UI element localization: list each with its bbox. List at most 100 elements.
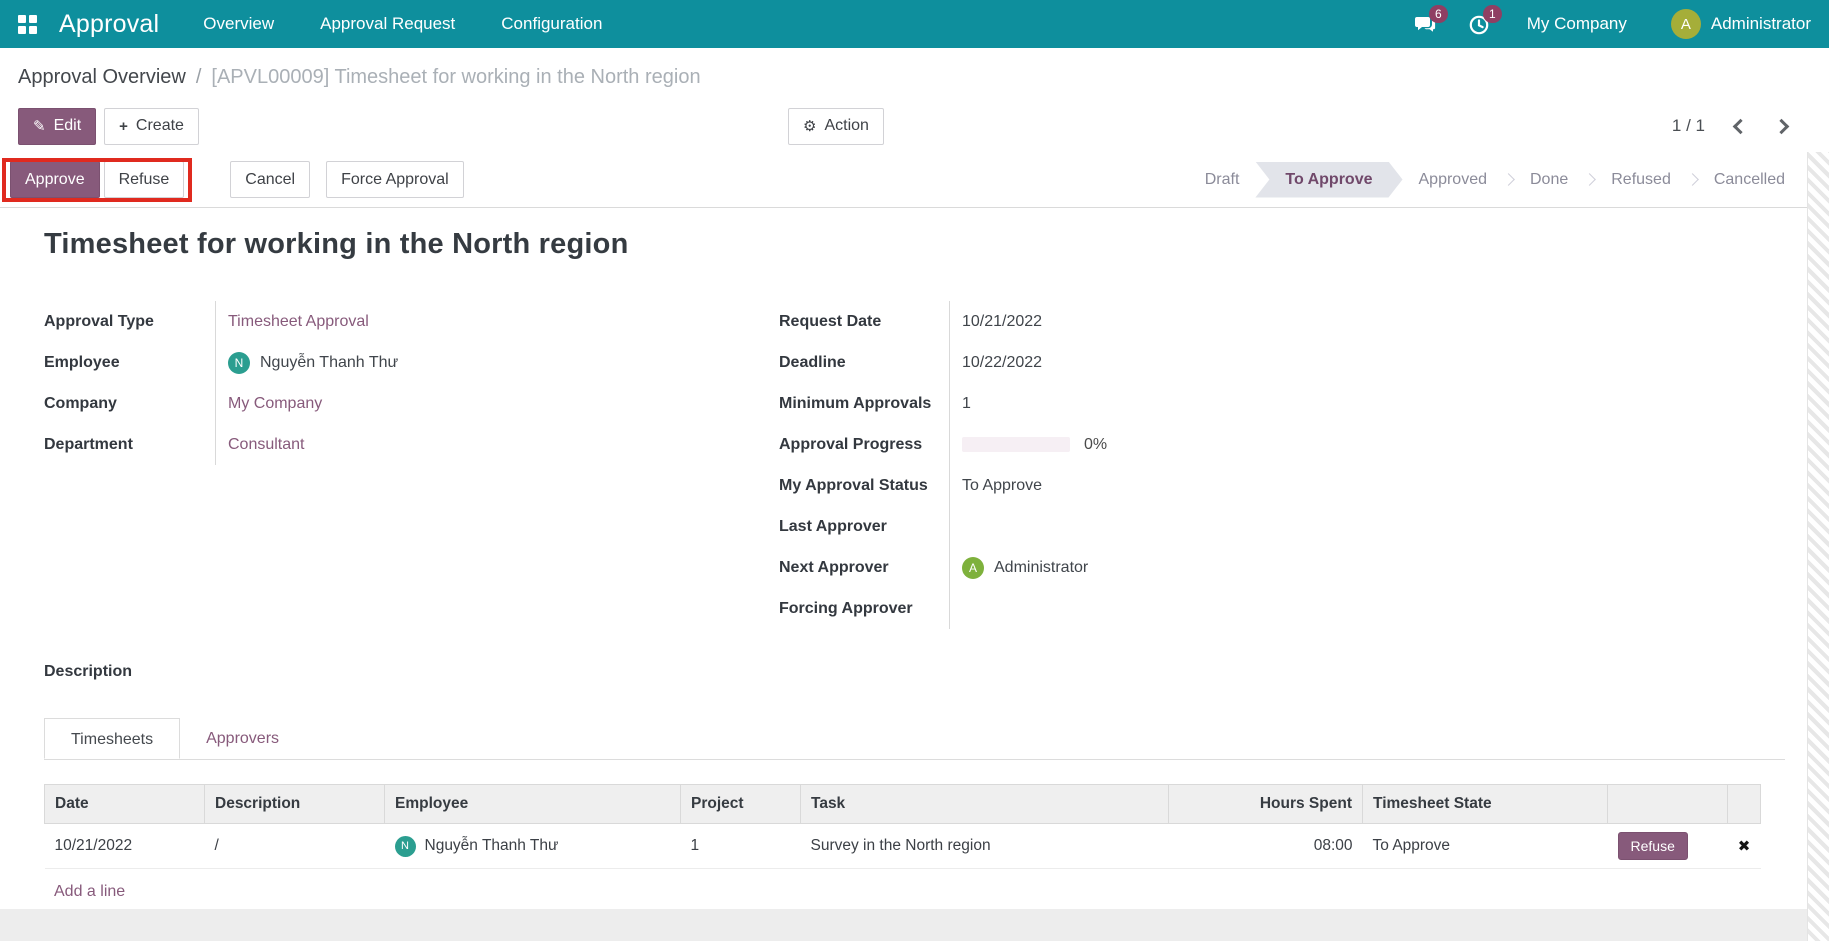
status-step-cancelled[interactable]: Cancelled [1698, 162, 1801, 198]
company-switcher[interactable]: My Company [1527, 14, 1627, 34]
status-step-approved[interactable]: Approved [1403, 162, 1504, 198]
column-date[interactable]: Date [45, 785, 205, 824]
menu-approval-request[interactable]: Approval Request [320, 0, 455, 48]
breadcrumb: Approval Overview / [APVL00009] Timeshee… [0, 48, 1829, 100]
field-groups: Approval Type Timesheet Approval Employe… [44, 301, 1785, 629]
cell-delete: ✖ [1728, 824, 1761, 869]
cancel-button[interactable]: Cancel [230, 161, 310, 198]
menu-overview[interactable]: Overview [203, 0, 274, 48]
systray: 6 1 My Company A Administrator [1413, 9, 1811, 39]
cell-description[interactable]: / [205, 824, 385, 869]
record-title: Timesheet for working in the North regio… [44, 228, 1785, 261]
status-step-refused[interactable]: Refused [1595, 162, 1687, 198]
refuse-button[interactable]: Refuse [104, 161, 185, 198]
column-project[interactable]: Project [681, 785, 801, 824]
description-label: Description [44, 663, 1785, 681]
action-button[interactable]: ⚙ Action [788, 108, 884, 145]
approval-type-link[interactable]: Timesheet Approval [215, 301, 779, 342]
pager-value[interactable]: 1 / 1 [1672, 116, 1705, 136]
field-minimum-approvals: Minimum Approvals 1 [779, 383, 1479, 424]
activities-icon[interactable]: 1 [1467, 12, 1491, 36]
vertical-scrollbar[interactable] [1807, 152, 1829, 941]
row-employee-avatar: N [395, 836, 416, 857]
next-approver-avatar: A [962, 557, 984, 579]
add-a-line-link[interactable]: Add a line [54, 883, 125, 900]
field-approval-progress: Approval Progress 0% [779, 424, 1479, 465]
approve-button[interactable]: Approve [10, 161, 100, 198]
field-forcing-approver: Forcing Approver [779, 588, 1479, 629]
field-employee: Employee N Nguyễn Thanh Thư [44, 342, 779, 383]
app-window: Approval Overview Approval Request Confi… [0, 0, 1829, 941]
left-field-group: Approval Type Timesheet Approval Employe… [44, 301, 779, 629]
cell-hours-spent[interactable]: 08:00 [1169, 824, 1363, 869]
column-action [1608, 785, 1728, 824]
create-button[interactable]: + Create [104, 108, 199, 145]
column-employee[interactable]: Employee [385, 785, 681, 824]
employee-name: Nguyễn Thanh Thư [260, 354, 398, 372]
edit-button[interactable]: ✎ Edit [18, 108, 96, 145]
pager-previous-icon[interactable] [1733, 118, 1749, 134]
top-navbar: Approval Overview Approval Request Confi… [0, 0, 1829, 48]
main-content: Approval Overview / [APVL00009] Timeshee… [0, 48, 1829, 941]
activities-badge: 1 [1483, 5, 1502, 23]
status-step-draft[interactable]: Draft [1189, 162, 1256, 198]
cell-employee[interactable]: N Nguyễn Thanh Thư [385, 824, 681, 869]
statusbar: Draft To Approve Approved Done Refused C… [1189, 162, 1801, 198]
field-department: Department Consultant [44, 424, 779, 465]
table-header-row: Date Description Employee Project Task H… [45, 785, 1761, 824]
employee-avatar: N [228, 352, 250, 374]
form-status-row: Approve Refuse Cancel Force Approval Dra… [0, 152, 1829, 208]
progress-percent: 0% [1084, 436, 1107, 454]
cell-action: Refuse [1608, 824, 1728, 869]
company-link[interactable]: My Company [215, 383, 779, 424]
delete-row-icon[interactable]: ✖ [1738, 838, 1751, 855]
next-approver-name: Administrator [994, 559, 1088, 577]
notebook: Timesheets Approvers Date Description Em… [44, 718, 1785, 916]
column-timesheet-state[interactable]: Timesheet State [1363, 785, 1608, 824]
field-company: Company My Company [44, 383, 779, 424]
breadcrumb-current: [APVL00009] Timesheet for working in the… [211, 66, 700, 89]
tab-timesheets[interactable]: Timesheets [44, 718, 180, 759]
cell-task[interactable]: Survey in the North region [801, 824, 1169, 869]
control-panel: ✎ Edit + Create ⚙ Action 1 / 1 [0, 100, 1829, 152]
user-avatar: A [1671, 9, 1701, 39]
field-deadline: Deadline 10/22/2022 [779, 342, 1479, 383]
page-background-bottom [0, 909, 1829, 941]
pencil-icon: ✎ [33, 117, 46, 135]
field-request-date: Request Date 10/21/2022 [779, 301, 1479, 342]
field-approval-type: Approval Type Timesheet Approval [44, 301, 779, 342]
right-field-group: Request Date 10/21/2022 Deadline 10/22/2… [779, 301, 1479, 629]
form-sheet: Timesheet for working in the North regio… [0, 228, 1829, 916]
department-link[interactable]: Consultant [215, 424, 779, 465]
column-delete [1728, 785, 1761, 824]
field-my-approval-status: My Approval Status To Approve [779, 465, 1479, 506]
user-menu[interactable]: A Administrator [1671, 9, 1811, 39]
status-step-done[interactable]: Done [1514, 162, 1584, 198]
pager-next-icon[interactable] [1774, 118, 1790, 134]
progress-bar [962, 437, 1070, 452]
force-approval-button[interactable]: Force Approval [326, 161, 464, 198]
column-hours-spent[interactable]: Hours Spent [1169, 785, 1363, 824]
cell-timesheet-state[interactable]: To Approve [1363, 824, 1608, 869]
status-step-to-approve[interactable]: To Approve [1255, 162, 1402, 198]
menu-configuration[interactable]: Configuration [501, 0, 602, 48]
breadcrumb-parent-link[interactable]: Approval Overview [18, 66, 186, 89]
cell-date[interactable]: 10/21/2022 [45, 824, 205, 869]
column-task[interactable]: Task [801, 785, 1169, 824]
field-last-approver: Last Approver [779, 506, 1479, 547]
status-separator-icon [1583, 173, 1596, 186]
table-row[interactable]: 10/21/2022 / N Nguyễn Thanh Thư 1 Survey… [45, 824, 1761, 869]
column-description[interactable]: Description [205, 785, 385, 824]
breadcrumb-separator: / [196, 66, 202, 89]
apps-grid-icon[interactable] [18, 15, 37, 34]
tab-approvers[interactable]: Approvers [180, 718, 305, 759]
messages-icon[interactable]: 6 [1413, 12, 1437, 36]
pager: 1 / 1 [1672, 116, 1811, 136]
user-name: Administrator [1711, 14, 1811, 34]
app-title: Approval [59, 10, 159, 39]
status-separator-icon [1686, 173, 1699, 186]
main-menu: Overview Approval Request Configuration [203, 0, 602, 48]
cell-project[interactable]: 1 [681, 824, 801, 869]
tab-bar: Timesheets Approvers [44, 718, 1785, 760]
row-refuse-button[interactable]: Refuse [1618, 832, 1688, 860]
